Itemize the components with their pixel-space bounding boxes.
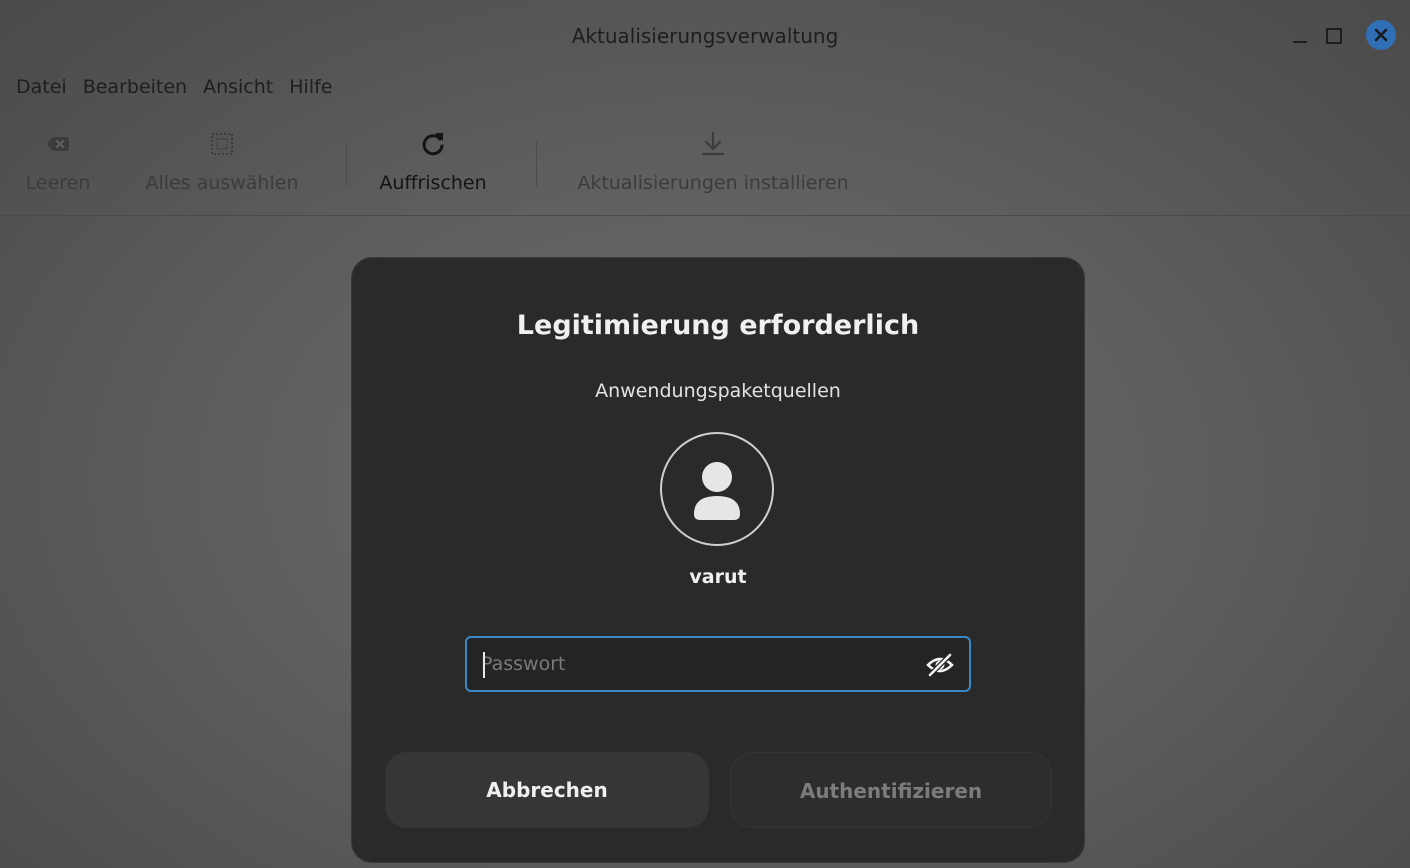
refresh-icon	[422, 133, 444, 156]
clear-icon	[47, 137, 69, 151]
username: varut	[689, 566, 747, 588]
select-all-icon	[211, 133, 233, 155]
menu-view[interactable]: Ansicht	[195, 72, 281, 106]
update-manager-window: Aktualisierungsverwaltung Datei Bearbeit…	[0, 0, 1410, 868]
text-caret	[483, 652, 485, 678]
toolbar: Leeren Alles auswählen Auffrischen Aktua…	[0, 112, 1410, 216]
close-button[interactable]	[1366, 20, 1396, 50]
refresh-button[interactable]: Auffrischen	[368, 130, 498, 194]
install-updates-button[interactable]: Aktualisierungen installieren	[558, 130, 868, 194]
close-icon	[1374, 28, 1388, 42]
window-title: Aktualisierungsverwaltung	[571, 24, 839, 48]
download-icon	[701, 131, 725, 156]
cancel-button[interactable]: Abbrechen	[385, 752, 709, 828]
password-input[interactable]	[481, 638, 911, 690]
menu-edit[interactable]: Bearbeiten	[75, 72, 195, 106]
clear-button[interactable]: Leeren	[16, 130, 100, 194]
refresh-label: Auffrischen	[379, 172, 487, 194]
authentication-dialog: Legitimierung erforderlich Anwendungspak…	[352, 258, 1084, 862]
eye-slash-icon[interactable]	[925, 650, 955, 680]
select-all-label: Alles auswählen	[145, 172, 299, 194]
password-field[interactable]	[465, 636, 971, 692]
maximize-button[interactable]	[1320, 22, 1346, 48]
menu-file[interactable]: Datei	[0, 72, 75, 106]
minimize-button[interactable]	[1288, 22, 1314, 48]
clear-label: Leeren	[25, 172, 91, 194]
toolbar-separator	[346, 142, 347, 186]
menu-help[interactable]: Hilfe	[281, 72, 340, 106]
user-icon	[694, 462, 740, 520]
title-bar[interactable]: Aktualisierungsverwaltung	[0, 0, 1410, 70]
dialog-title: Legitimierung erforderlich	[516, 310, 920, 341]
authenticate-button[interactable]: Authentifizieren	[730, 752, 1052, 828]
menu-bar: Datei Bearbeiten Ansicht Hilfe	[0, 72, 340, 106]
avatar	[660, 432, 774, 546]
install-updates-label: Aktualisierungen installieren	[577, 172, 849, 194]
toolbar-separator	[536, 142, 537, 186]
select-all-button[interactable]: Alles auswählen	[134, 130, 310, 194]
dialog-subtitle: Anwendungspaketquellen	[595, 380, 841, 402]
